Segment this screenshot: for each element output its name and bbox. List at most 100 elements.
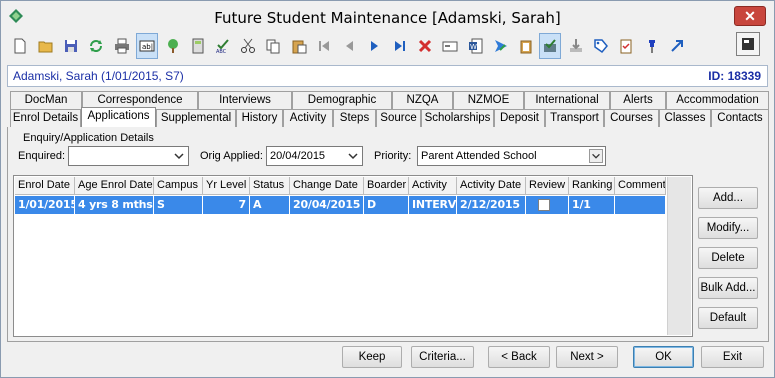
calculator-icon[interactable] (187, 33, 209, 59)
review-checkbox[interactable] (538, 199, 550, 211)
tab-applications[interactable]: Applications (81, 107, 156, 127)
column-header-boarder[interactable]: Boarder (364, 177, 409, 195)
last-record-icon[interactable] (389, 33, 411, 59)
cell-yr-level: 7 (203, 196, 250, 214)
tab-scholarships[interactable]: Scholarships (421, 109, 494, 127)
close-button[interactable]: ✕ (734, 6, 766, 26)
tab-nzmoe[interactable]: NZMOE (453, 91, 524, 109)
column-header-review[interactable]: Review (526, 177, 569, 195)
save-icon[interactable] (60, 33, 82, 59)
download-icon[interactable] (565, 33, 587, 59)
ok-button[interactable]: OK (633, 346, 694, 368)
group-title: Enquiry/Application Details (23, 132, 154, 144)
modify-button[interactable]: Modify... (698, 217, 758, 239)
cell-ranking: 1/1 (569, 196, 615, 214)
cell-activity-date: 2/12/2015 (457, 196, 526, 214)
cell-status: A (250, 196, 290, 214)
next-record-icon[interactable] (363, 33, 385, 59)
tab-steps[interactable]: Steps (333, 109, 376, 127)
student-name: Adamski, Sarah (1/01/2015, S7) (13, 69, 184, 83)
tab-interviews[interactable]: Interviews (198, 91, 292, 109)
previous-record-icon[interactable] (338, 33, 360, 59)
grid-scrollbar[interactable] (667, 177, 691, 335)
chevron-down-icon (174, 153, 184, 160)
tab-contacts[interactable]: Contacts (711, 109, 769, 127)
delete-button[interactable]: Delete (698, 247, 758, 269)
criteria-button[interactable]: Criteria... (411, 346, 474, 368)
refresh-icon[interactable] (85, 33, 107, 59)
tab-enrol-details[interactable]: Enrol Details (10, 109, 81, 127)
spellcheck-icon[interactable]: ABC (212, 33, 234, 59)
column-header-age-enrol-date[interactable]: Age Enrol Date (75, 177, 154, 195)
enquired-label: Enquired: (18, 150, 66, 162)
clipboard-icon[interactable] (515, 33, 537, 59)
orig-applied-value: 20/04/2015 (270, 150, 326, 162)
exit-button[interactable]: Exit (701, 346, 764, 368)
back-button[interactable]: < Back (488, 346, 550, 368)
applications-grid[interactable]: Enrol Date Age Enrol Date Campus Yr Leve… (13, 175, 693, 337)
keep-button[interactable]: Keep (342, 346, 402, 368)
tab-classes[interactable]: Classes (659, 109, 711, 127)
tab-demographic[interactable]: Demographic (292, 91, 392, 109)
cell-campus: S (154, 196, 203, 214)
tab-alerts[interactable]: Alerts (610, 91, 666, 109)
tab-history[interactable]: History (236, 109, 283, 127)
priority-dropdown[interactable]: Parent Attended School (417, 146, 606, 166)
column-header-status[interactable]: Status (250, 177, 290, 195)
cell-comment (615, 196, 666, 214)
tab-international[interactable]: International (524, 91, 610, 109)
default-button[interactable]: Default (698, 307, 758, 329)
toolbar: ab| ABC W (7, 33, 707, 59)
tab-accommodation[interactable]: Accommodation (666, 91, 769, 109)
column-header-ranking[interactable]: Ranking (569, 177, 615, 195)
tab-supplemental[interactable]: Supplemental (156, 109, 236, 127)
approve-icon[interactable] (539, 33, 561, 59)
priority-label: Priority: (374, 150, 412, 162)
column-header-campus[interactable]: Campus (154, 177, 203, 195)
cut-icon[interactable] (237, 33, 259, 59)
priority-value: Parent Attended School (421, 150, 537, 162)
tab-courses[interactable]: Courses (604, 109, 659, 127)
delete-icon[interactable] (414, 33, 436, 59)
tab-nzqa[interactable]: NZQA (392, 91, 453, 109)
exit-window-icon[interactable] (736, 32, 760, 56)
tree-icon[interactable] (162, 33, 184, 59)
word-document-icon[interactable]: W (465, 33, 487, 59)
arrow-icon[interactable] (666, 33, 688, 59)
add-button[interactable]: Add... (698, 187, 758, 209)
card-icon[interactable] (439, 33, 461, 59)
tag-icon[interactable] (590, 33, 612, 59)
tab-source[interactable]: Source (376, 109, 421, 127)
pin-icon[interactable] (641, 33, 663, 59)
text-field-icon[interactable]: ab| (136, 33, 158, 59)
new-document-icon[interactable] (9, 33, 31, 59)
column-header-enrol-date[interactable]: Enrol Date (15, 177, 75, 195)
tab-transport[interactable]: Transport (545, 109, 604, 127)
tab-deposit[interactable]: Deposit (494, 109, 545, 127)
next-button[interactable]: Next > (556, 346, 618, 368)
print-icon[interactable] (111, 33, 133, 59)
student-id: ID: 18339 (708, 69, 761, 83)
column-header-activity-date[interactable]: Activity Date (457, 177, 526, 195)
send-icon[interactable] (490, 33, 512, 59)
tab-activity[interactable]: Activity (283, 109, 333, 127)
open-folder-icon[interactable] (35, 33, 57, 59)
main-window: Future Student Maintenance [Adamski, Sar… (0, 0, 775, 378)
copy-icon[interactable] (262, 33, 284, 59)
cell-enrol-date: 1/01/2015 (15, 196, 75, 214)
student-info-bar: Adamski, Sarah (1/01/2015, S7) ID: 18339 (7, 65, 768, 87)
table-row[interactable]: 1/01/2015 4 yrs 8 mths S 7 A 20/04/2015 … (15, 196, 666, 214)
bulk-add-button[interactable]: Bulk Add... (698, 277, 758, 299)
cell-age-enrol-date: 4 yrs 8 mths (75, 196, 154, 214)
title-bar[interactable]: Future Student Maintenance [Adamski, Sar… (1, 1, 774, 31)
column-header-yr-level[interactable]: Yr Level (203, 177, 250, 195)
column-header-comment[interactable]: Comment (615, 177, 666, 195)
first-record-icon[interactable] (313, 33, 335, 59)
tab-docman[interactable]: DocMan (10, 91, 82, 109)
orig-applied-date-field[interactable]: 20/04/2015 (266, 146, 363, 166)
column-header-activity[interactable]: Activity (409, 177, 457, 195)
column-header-change-date[interactable]: Change Date (290, 177, 364, 195)
enquired-dropdown[interactable] (68, 146, 189, 166)
paste-icon[interactable] (288, 33, 310, 59)
checklist-icon[interactable] (615, 33, 637, 59)
